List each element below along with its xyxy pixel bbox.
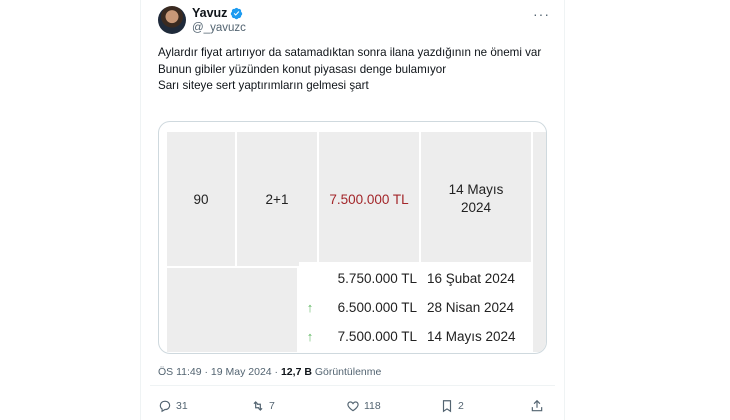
reply-count: 31: [176, 400, 188, 412]
price-history-popup: 5.750.000 TL 16 Şubat 2024 ↑ 6.500.000 T…: [299, 262, 533, 350]
tweet-text: Aylardır fiyat artırıyor da satamadıktan…: [158, 45, 543, 95]
author-name[interactable]: Yavuz: [192, 6, 227, 20]
price-history-price: 6.500.000 TL: [337, 299, 417, 315]
bookmark-button[interactable]: 2: [440, 399, 464, 413]
price-history-date: 28 Nisan 2024: [427, 299, 515, 315]
retweet-icon: [253, 401, 263, 411]
like-count: 118: [364, 400, 381, 412]
listing-rooms: 2+1: [237, 132, 317, 266]
tweet-actions: 31 7 118 2: [158, 399, 548, 417]
verified-badge-icon: [231, 7, 243, 19]
share-icon: [531, 399, 543, 412]
tweet-line-2: Bunun gibiler yüzünden konut piyasası de…: [158, 62, 447, 76]
tweet-meta: ÖS 11:49 · 19 May 2024 · 12,7 B Görüntül…: [158, 366, 381, 378]
price-history-date: 14 Mayıs 2024: [427, 328, 516, 344]
reply-icon: [159, 400, 171, 413]
tweet-timestamp[interactable]: ÖS 11:49 · 19 May 2024 ·: [158, 366, 281, 378]
price-history-price: 5.750.000 TL: [337, 270, 417, 286]
bookmark-count: 2: [458, 400, 464, 412]
heart-icon: [347, 401, 359, 412]
tweet-image[interactable]: 90 2+1 7.500.000 TL 14 Mayıs 2024 5.750.…: [158, 121, 547, 354]
author-row[interactable]: Yavuz: [192, 6, 243, 20]
author-handle[interactable]: @_yavuzc: [192, 22, 246, 34]
reply-button[interactable]: 31: [158, 399, 188, 413]
listing-edge-column: [533, 132, 546, 352]
listing-price: 7.500.000 TL: [319, 132, 419, 266]
tweet-line-1: Aylardır fiyat artırıyor da satamadıktan…: [158, 46, 542, 59]
up-arrow-icon: ↑: [306, 328, 314, 344]
divider: [150, 385, 555, 386]
avatar[interactable]: [158, 6, 186, 34]
price-history-row: ↑ 6.500.000 TL 28 Nisan 2024: [299, 293, 533, 321]
price-history-row: ↑ 7.500.000 TL 14 Mayıs 2024: [299, 322, 533, 350]
share-button[interactable]: [530, 399, 544, 413]
listing-date-line2: 2024: [460, 200, 492, 215]
views-count: 12,7 B: [280, 366, 312, 378]
more-options-icon[interactable]: ···: [533, 6, 550, 22]
like-button[interactable]: 118: [346, 399, 381, 413]
price-history-date: 16 Şubat 2024: [427, 270, 515, 286]
views-label: Görüntülenme: [311, 366, 382, 378]
listing-area: 90: [167, 132, 235, 266]
tweet-line-3: Sarı siteye sert yaptırımların gelmesi ş…: [158, 79, 369, 92]
listing-date: 14 Mayıs 2024: [421, 132, 531, 266]
listing-blank-area: [167, 268, 297, 352]
listing-date-line1: 14 Mayıs: [448, 182, 504, 197]
bookmark-icon: [442, 400, 452, 413]
listing-screenshot: 90 2+1 7.500.000 TL 14 Mayıs 2024 5.750.…: [159, 122, 546, 353]
retweet-button[interactable]: 7: [251, 399, 275, 413]
price-history-row: 5.750.000 TL 16 Şubat 2024: [299, 264, 533, 292]
price-history-price: 7.500.000 TL: [337, 328, 417, 344]
up-arrow-icon: ↑: [306, 299, 314, 315]
retweet-count: 7: [269, 400, 275, 412]
